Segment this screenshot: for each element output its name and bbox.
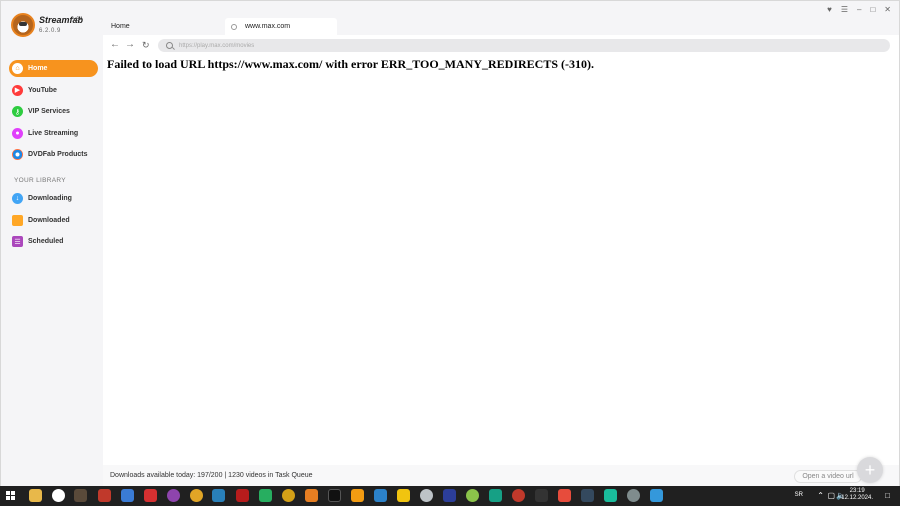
refresh-icon[interactable]: ↻ <box>142 40 150 51</box>
sidebar-item-label: VIP Services <box>28 108 70 116</box>
sidebar-item-label: DVDFab Products <box>28 151 88 159</box>
sidebar-item-vip-services[interactable]: ⚷ VIP Services <box>9 103 98 120</box>
yandex-browser-icon[interactable] <box>52 489 65 502</box>
folder-icon <box>12 214 23 226</box>
app-icon[interactable] <box>144 489 157 502</box>
minimize-icon[interactable]: – <box>857 5 861 14</box>
calendar-icon: ☰ <box>12 236 23 248</box>
app-icon[interactable] <box>190 489 203 502</box>
heart-icon[interactable]: ♥ <box>827 5 832 14</box>
app-logo: Streamfab x64 6.2.0.9 <box>11 13 101 39</box>
app-icon[interactable] <box>535 489 548 502</box>
sidebar-item-label: YouTube <box>28 86 57 94</box>
loading-icon <box>231 23 237 30</box>
clock-date: 12.12.2024. <box>841 495 873 501</box>
forward-icon[interactable]: → <box>125 39 135 50</box>
app-icon[interactable] <box>558 489 571 502</box>
app-icon[interactable] <box>167 489 180 502</box>
app-icon[interactable] <box>236 489 249 502</box>
open-video-url-label: Open a video url <box>802 473 854 480</box>
error-message: Failed to load URL https://www.max.com/ … <box>107 57 595 71</box>
download-app-icon[interactable] <box>121 489 134 502</box>
record-icon[interactable] <box>512 489 525 502</box>
vlc-icon[interactable] <box>351 489 364 502</box>
maximize-icon[interactable]: □ <box>870 5 875 14</box>
tab-label: www.max.com <box>245 23 291 30</box>
app-icon[interactable] <box>328 489 341 502</box>
tab-label: Home <box>111 23 130 30</box>
tab-home[interactable]: Home <box>111 18 221 35</box>
status-bar: Downloads available today: 197/200 | 123… <box>103 457 899 487</box>
url-placeholder: https://play.max.com/movies <box>179 42 255 49</box>
sidebar-item-youtube[interactable]: ▶ YouTube <box>9 82 98 99</box>
open-video-url-button[interactable]: Open a video url <box>794 470 862 483</box>
sidebar-item-dvdfab-products[interactable]: DVDFab Products <box>9 146 98 163</box>
app-icon[interactable] <box>581 489 594 502</box>
sidebar-item-label: Home <box>28 65 48 72</box>
notifications-icon[interactable]: □ <box>885 491 890 500</box>
clock[interactable]: 23:19 12.12.2024. <box>841 488 873 502</box>
app-icon[interactable] <box>604 489 617 502</box>
close-icon[interactable]: ✕ <box>884 5 891 14</box>
add-button[interactable]: + <box>857 457 883 483</box>
app-icon[interactable] <box>397 489 410 502</box>
home-icon: ⌂ <box>12 63 23 74</box>
app-icon[interactable] <box>627 489 640 502</box>
sidebar: Streamfab x64 6.2.0.9 ⌂ Home ▶ YouTube ⚷… <box>1 1 103 487</box>
tab-max[interactable]: www.max.com <box>225 18 337 35</box>
search-icon <box>166 42 173 49</box>
app-icon[interactable] <box>420 489 433 502</box>
sidebar-item-live-streaming[interactable]: ● Live Streaming <box>9 125 98 142</box>
app-version: 6.2.0.9 <box>39 28 61 34</box>
clock-time: 23:19 <box>849 488 865 494</box>
language-indicator[interactable]: SR <box>795 492 803 498</box>
menu-icon[interactable]: ☰ <box>841 5 848 14</box>
app-icon[interactable] <box>466 489 479 502</box>
sidebar-item-label: Live Streaming <box>28 129 79 137</box>
app-icon[interactable] <box>212 489 225 502</box>
network-icon[interactable]: ▢ <box>827 491 835 500</box>
sidebar-item-downloading[interactable]: ↓ Downloading <box>9 190 98 207</box>
library-heading: YOUR LIBRARY <box>14 177 66 184</box>
windows-taskbar: SR ⌃ ▢ 🔈 23:19 12.12.2024. □ <box>0 486 900 506</box>
sidebar-item-downloaded[interactable]: Downloaded <box>9 212 98 229</box>
app-icon[interactable] <box>443 489 456 502</box>
chevron-up-icon[interactable]: ⌃ <box>817 491 824 500</box>
download-status: Downloads available today: 197/200 | 123… <box>110 472 313 479</box>
app-icon[interactable] <box>305 489 318 502</box>
download-icon: ↓ <box>12 193 23 204</box>
sidebar-item-label: Downloading <box>28 195 72 202</box>
app-icon[interactable] <box>259 489 272 502</box>
app-icon[interactable] <box>650 489 663 502</box>
app-icon[interactable] <box>374 489 387 502</box>
key-icon: ⚷ <box>12 106 23 118</box>
library-nav: ↓ Downloading Downloaded ☰ Scheduled <box>9 190 98 255</box>
streamfab-taskbar-icon[interactable] <box>74 489 87 502</box>
sidebar-item-label: Downloaded <box>28 216 70 224</box>
streamfab-logo-icon <box>11 13 35 37</box>
sidebar-item-scheduled[interactable]: ☰ Scheduled <box>9 233 98 250</box>
sidebar-item-home[interactable]: ⌂ Home <box>9 60 98 77</box>
windows-start-icon[interactable] <box>6 491 16 501</box>
url-input[interactable]: https://play.max.com/movies <box>158 39 890 52</box>
tab-bar: Home www.max.com ♥ ☰ – □ ✕ <box>103 1 899 35</box>
app-icon[interactable] <box>282 489 295 502</box>
youtube-icon: ▶ <box>12 84 23 96</box>
address-bar: ← → ↻ https://play.max.com/movies <box>103 35 899 55</box>
sidebar-nav: ⌂ Home ▶ YouTube ⚷ VIP Services ● Live S… <box>9 60 98 168</box>
app-icon[interactable] <box>489 489 502 502</box>
camera-icon: ● <box>12 127 23 139</box>
streamfab-window: Streamfab x64 6.2.0.9 ⌂ Home ▶ YouTube ⚷… <box>0 0 900 487</box>
sidebar-item-label: Scheduled <box>28 238 64 246</box>
window-controls: ♥ ☰ – □ ✕ <box>827 5 891 14</box>
app-icon[interactable] <box>98 489 111 502</box>
dvdfab-icon <box>12 149 23 161</box>
browser-content: Failed to load URL https://www.max.com/ … <box>103 55 899 465</box>
back-icon[interactable]: ← <box>110 39 120 50</box>
file-explorer-icon[interactable] <box>29 489 42 502</box>
app-arch: x64 <box>73 17 83 23</box>
